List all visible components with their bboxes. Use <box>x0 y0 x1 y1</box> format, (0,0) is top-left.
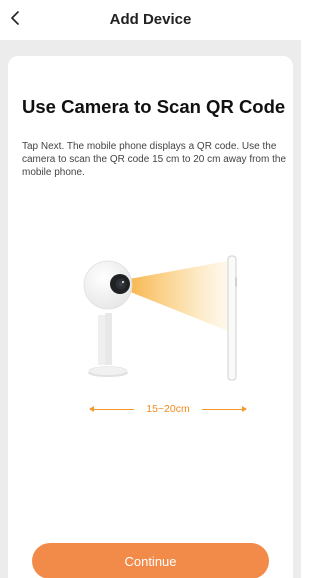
camera-icon <box>83 260 133 377</box>
top-bar: Add Device <box>0 0 301 40</box>
page-title: Add Device <box>109 11 192 28</box>
instruction-text: Tap Next. The mobile phone displays a QR… <box>22 141 287 178</box>
right-arrow-icon <box>202 406 247 412</box>
phone-icon <box>227 255 237 381</box>
continue-button[interactable]: Continue <box>32 543 269 578</box>
add-device-screen: Add Device Use Camera to Scan QR Code Ta… <box>0 0 301 578</box>
camera-scan-illustration <box>83 255 237 381</box>
card-title: Use Camera to Scan QR Code <box>22 96 286 117</box>
instruction-card: Use Camera to Scan QR Code Tap Next. The… <box>8 56 293 578</box>
distance-indicator: 15~20cm <box>89 402 247 416</box>
